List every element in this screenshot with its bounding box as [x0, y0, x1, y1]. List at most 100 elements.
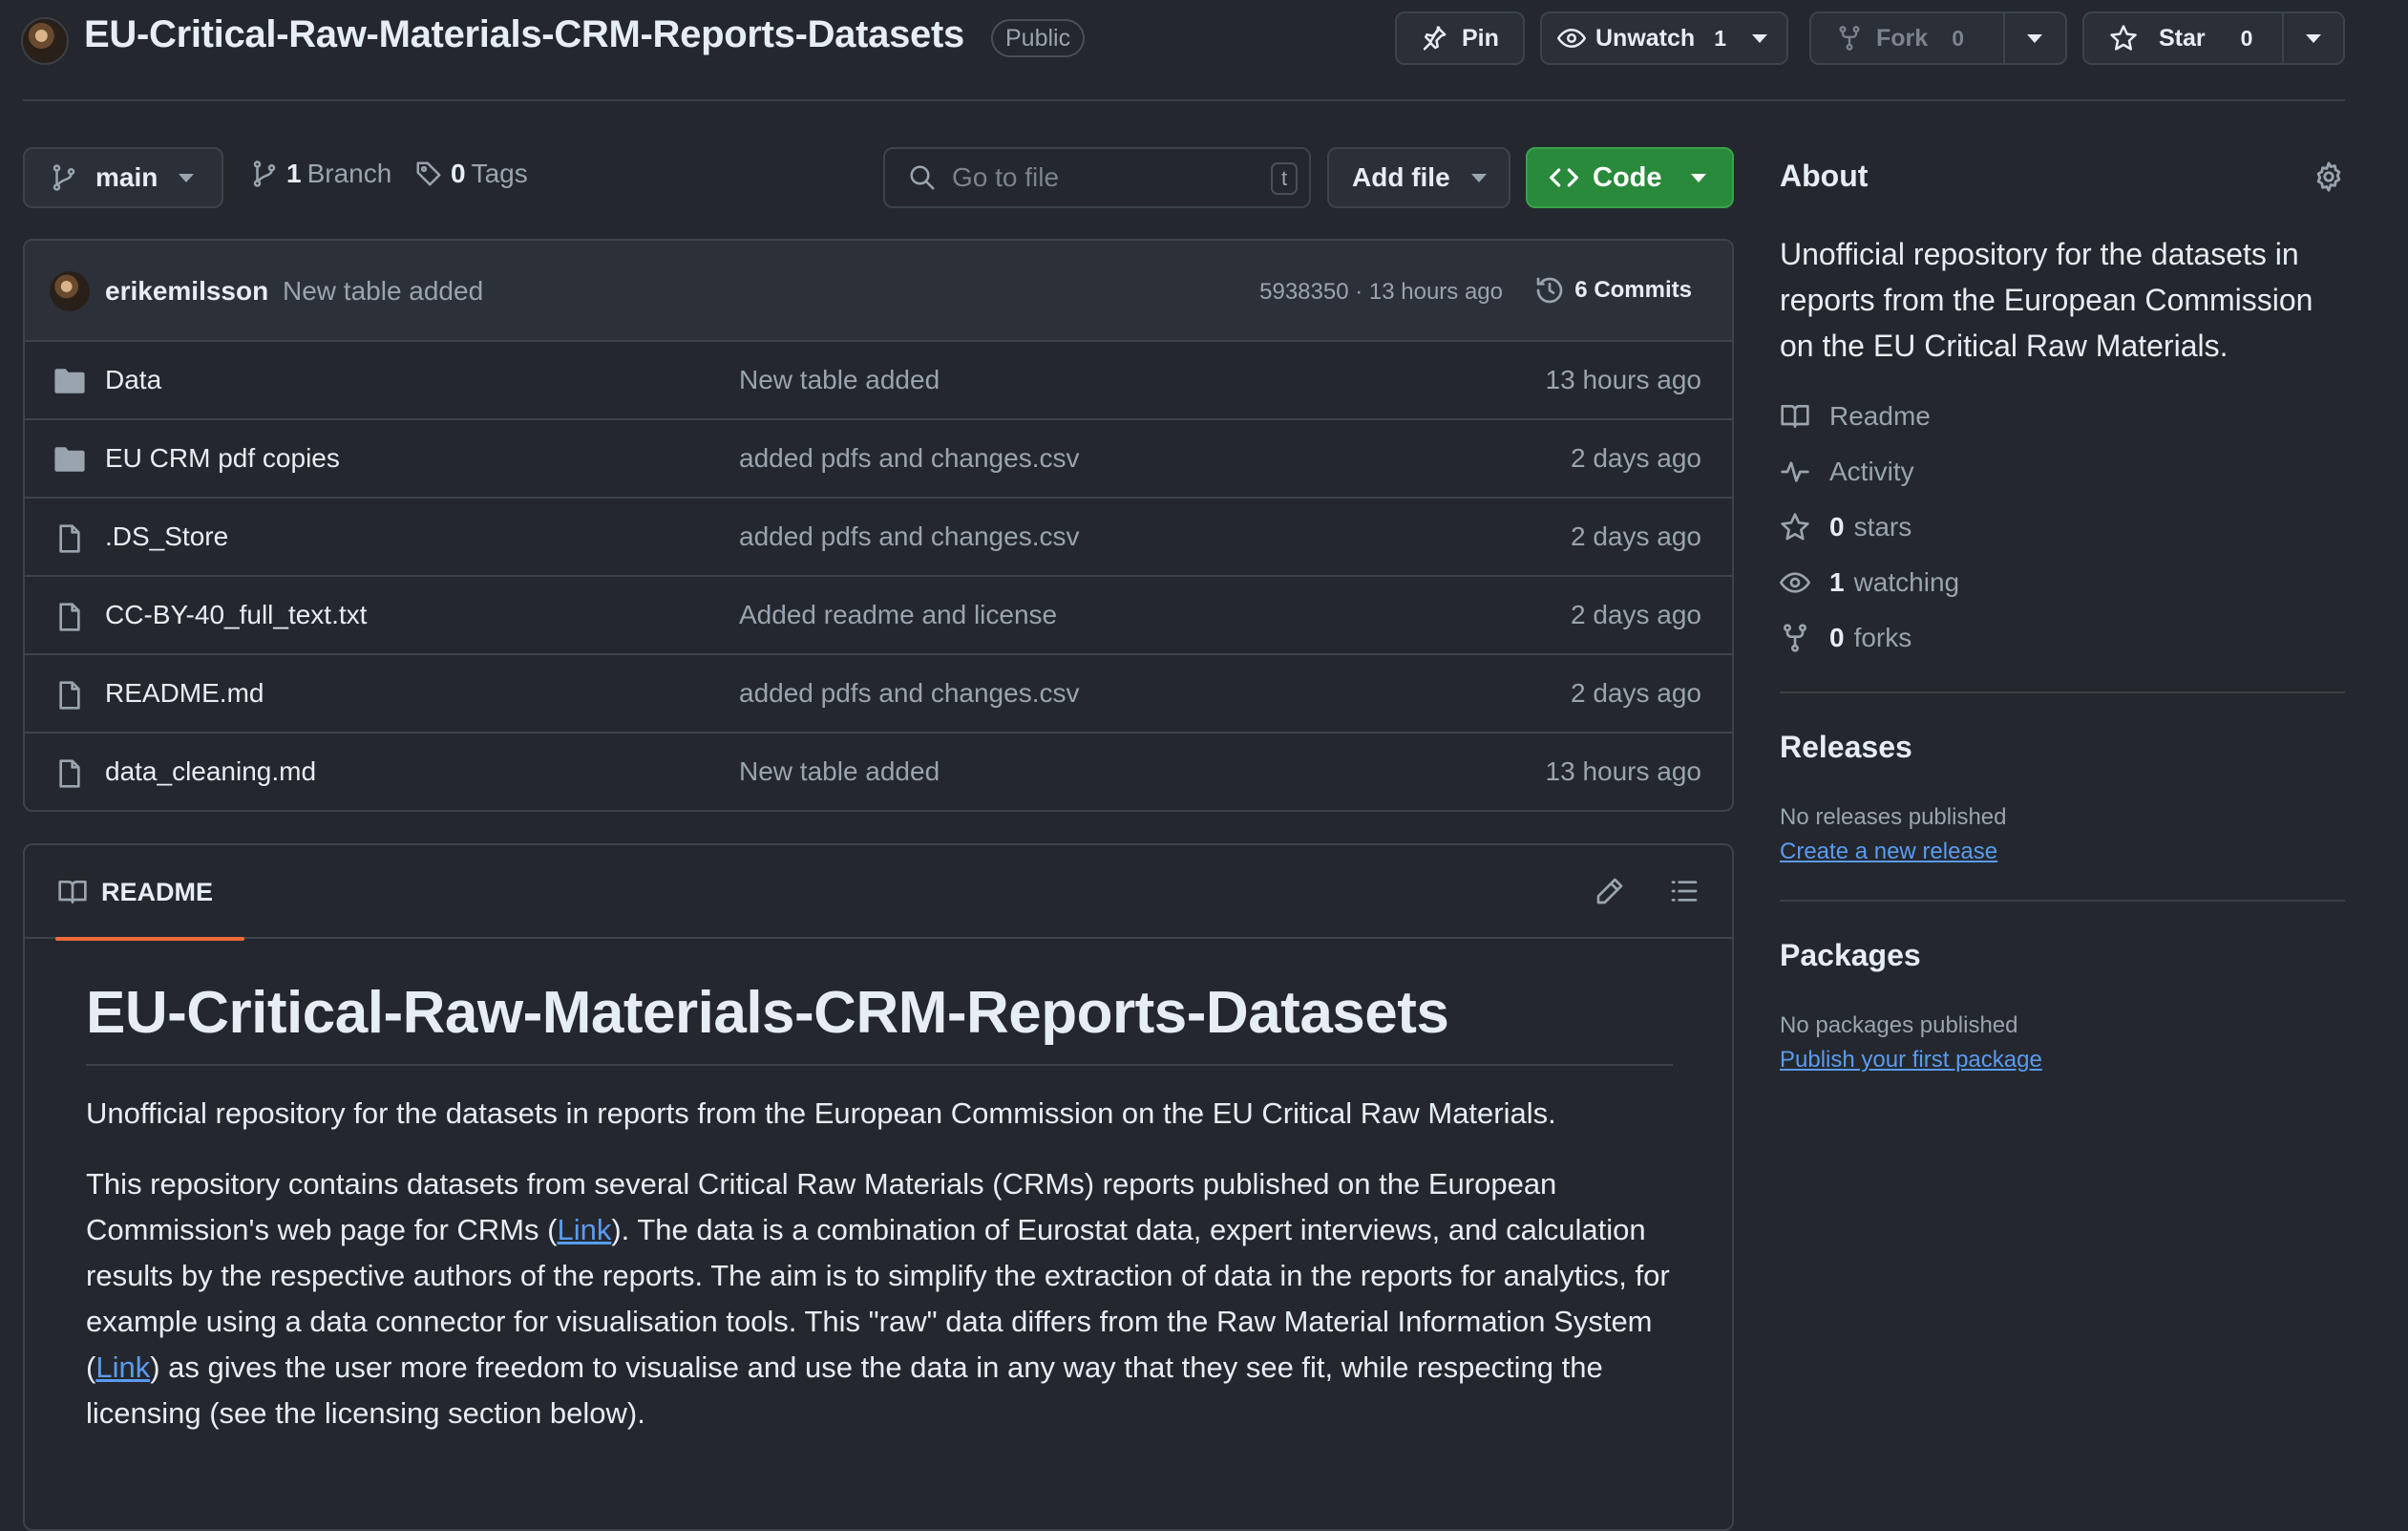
- branches-link[interactable]: 1 Branch: [250, 159, 391, 189]
- file-commit-message[interactable]: added pdfs and changes.csv: [739, 678, 1079, 709]
- packages-empty-text: No packages published: [1780, 1012, 2018, 1038]
- readme-tab-label: README: [101, 877, 214, 906]
- file-icon: [53, 602, 86, 632]
- branch-icon: [250, 159, 279, 188]
- search-placeholder: Go to file: [952, 162, 1060, 192]
- forks-link[interactable]: 0 forks: [1780, 623, 1912, 653]
- star-icon: [2109, 24, 2138, 53]
- commit-message[interactable]: New table added: [283, 276, 483, 307]
- outline-list-icon[interactable]: [1669, 876, 1700, 906]
- chevron-down-icon: [2027, 33, 2043, 43]
- active-tab-indicator: [55, 937, 244, 941]
- tab-readme[interactable]: README: [40, 845, 244, 941]
- file-name[interactable]: CC-BY-40_full_text.txt: [105, 600, 367, 630]
- watching-count: 1: [1829, 567, 1845, 597]
- fork-label: Fork: [1876, 24, 1929, 52]
- stars-link[interactable]: 0 stars: [1780, 512, 1912, 542]
- file-commit-time: 13 hours ago: [1545, 365, 1701, 394]
- file-commit-message[interactable]: added pdfs and changes.csv: [739, 443, 1079, 474]
- commit-hash-time[interactable]: 5938350 · 13 hours ago: [1259, 279, 1503, 306]
- readme-intro: Unofficial repository for the datasets i…: [86, 1096, 1556, 1130]
- watching-link[interactable]: 1 watching: [1780, 567, 1959, 598]
- file-commit-message[interactable]: New table added: [739, 365, 940, 395]
- unwatch-label: Unwatch: [1595, 24, 1696, 52]
- file-row[interactable]: .DS_Store added pdfs and changes.csv 2 day…: [25, 499, 1732, 577]
- activity-link[interactable]: Activity: [1780, 457, 1914, 487]
- readme-link-label: Readme: [1829, 401, 1931, 431]
- pulse-icon: [1780, 457, 1810, 487]
- star-count: 0: [2240, 26, 2253, 51]
- file-name[interactable]: data_cleaning.md: [105, 756, 316, 787]
- tag-count: 0: [451, 159, 466, 188]
- create-release-link[interactable]: Create a new release: [1780, 839, 1997, 865]
- forks-count: 0: [1829, 623, 1845, 652]
- file-name[interactable]: Data: [105, 365, 161, 395]
- branch-selector[interactable]: main: [23, 147, 223, 208]
- star-dropdown[interactable]: [2284, 13, 2343, 63]
- releases-heading[interactable]: Releases: [1780, 730, 1912, 765]
- pin-icon: [1420, 24, 1448, 53]
- crm-web-page-link[interactable]: Link: [557, 1213, 611, 1246]
- file-commit-time: 2 days ago: [1571, 600, 1701, 629]
- sidebar-divider: [1780, 900, 2345, 902]
- eye-icon: [1557, 24, 1586, 53]
- file-commit-time: 2 days ago: [1571, 678, 1701, 708]
- pin-label: Pin: [1462, 24, 1499, 52]
- file-row[interactable]: EU CRM pdf copies added pdfs and changes.…: [25, 420, 1732, 499]
- file-name[interactable]: .DS_Store: [105, 521, 228, 552]
- chevron-down-icon: [1470, 173, 1487, 182]
- pencil-icon[interactable]: [1595, 876, 1625, 906]
- visibility-badge: Public: [991, 19, 1086, 57]
- pin-button[interactable]: Pin: [1395, 11, 1525, 65]
- file-commit-message[interactable]: New table added: [739, 756, 940, 787]
- latest-commit-bar: erikemilsson New table added 5938350 · 1…: [25, 241, 1732, 342]
- owner-avatar[interactable]: [21, 17, 69, 65]
- commits-link[interactable]: 6 Commits: [1534, 275, 1692, 306]
- activity-link-label: Activity: [1829, 457, 1914, 486]
- readme-header: README: [25, 845, 1732, 941]
- add-file-button[interactable]: Add file: [1327, 147, 1510, 208]
- branch-count-label: Branch: [306, 159, 392, 188]
- chevron-down-icon: [179, 173, 195, 182]
- go-to-file-search[interactable]: Go to file t: [883, 147, 1311, 208]
- publish-package-link[interactable]: Publish your first package: [1780, 1047, 2042, 1074]
- fork-dropdown[interactable]: [2005, 13, 2065, 63]
- file-icon: [53, 680, 86, 711]
- chevron-down-icon: [1751, 33, 1767, 43]
- file-row[interactable]: data_cleaning.md New table added 13 hours …: [25, 734, 1732, 810]
- packages-heading[interactable]: Packages: [1780, 938, 1921, 973]
- fork-button[interactable]: Fork 0: [1811, 13, 2003, 63]
- file-row[interactable]: Data New table added 13 hours ago: [25, 342, 1732, 420]
- readme-content: EU-Critical-Raw-Materials-CRM-Reports-Da…: [86, 979, 1673, 1436]
- star-button[interactable]: Star 0: [2084, 13, 2282, 63]
- file-commit-message[interactable]: Added readme and license: [739, 600, 1057, 630]
- tags-link[interactable]: 0 Tags: [414, 159, 528, 189]
- commit-author[interactable]: erikemilsson: [105, 276, 268, 307]
- code-button[interactable]: Code: [1526, 147, 1734, 208]
- commit-author-avatar[interactable]: [50, 271, 90, 311]
- unwatch-button[interactable]: Unwatch 1: [1542, 13, 1733, 63]
- folder-icon: [53, 445, 86, 474]
- file-name[interactable]: README.md: [105, 678, 264, 709]
- file-row[interactable]: README.md added pdfs and changes.csv 2 day…: [25, 655, 1732, 734]
- gear-icon[interactable]: [2313, 160, 2345, 193]
- file-row[interactable]: CC-BY-40_full_text.txt Added readme and l…: [25, 577, 1732, 655]
- repo-title[interactable]: EU-Critical-Raw-Materials-CRM-Reports-Da…: [84, 13, 964, 56]
- watch-dropdown[interactable]: [1733, 13, 1786, 63]
- about-description: Unofficial repository for the datasets i…: [1780, 237, 2313, 363]
- keyboard-shortcut-hint: t: [1271, 162, 1298, 195]
- file-name[interactable]: EU CRM pdf copies: [105, 443, 340, 474]
- fork-button-group: Fork 0: [1809, 11, 2067, 65]
- star-label: Star: [2159, 24, 2206, 52]
- chevron-down-icon: [1690, 173, 1706, 182]
- chevron-down-icon: [2306, 33, 2322, 43]
- code-label: Code: [1593, 161, 1662, 193]
- rmis-link[interactable]: Link: [95, 1350, 150, 1384]
- fork-icon: [1836, 25, 1863, 52]
- about-heading: About: [1780, 159, 1869, 193]
- watching-label: watching: [1853, 567, 1960, 597]
- branch-count: 1: [286, 159, 302, 188]
- readme-link[interactable]: Readme: [1780, 401, 1931, 432]
- file-commit-message[interactable]: added pdfs and changes.csv: [739, 521, 1079, 552]
- file-commit-time: 2 days ago: [1571, 521, 1701, 551]
